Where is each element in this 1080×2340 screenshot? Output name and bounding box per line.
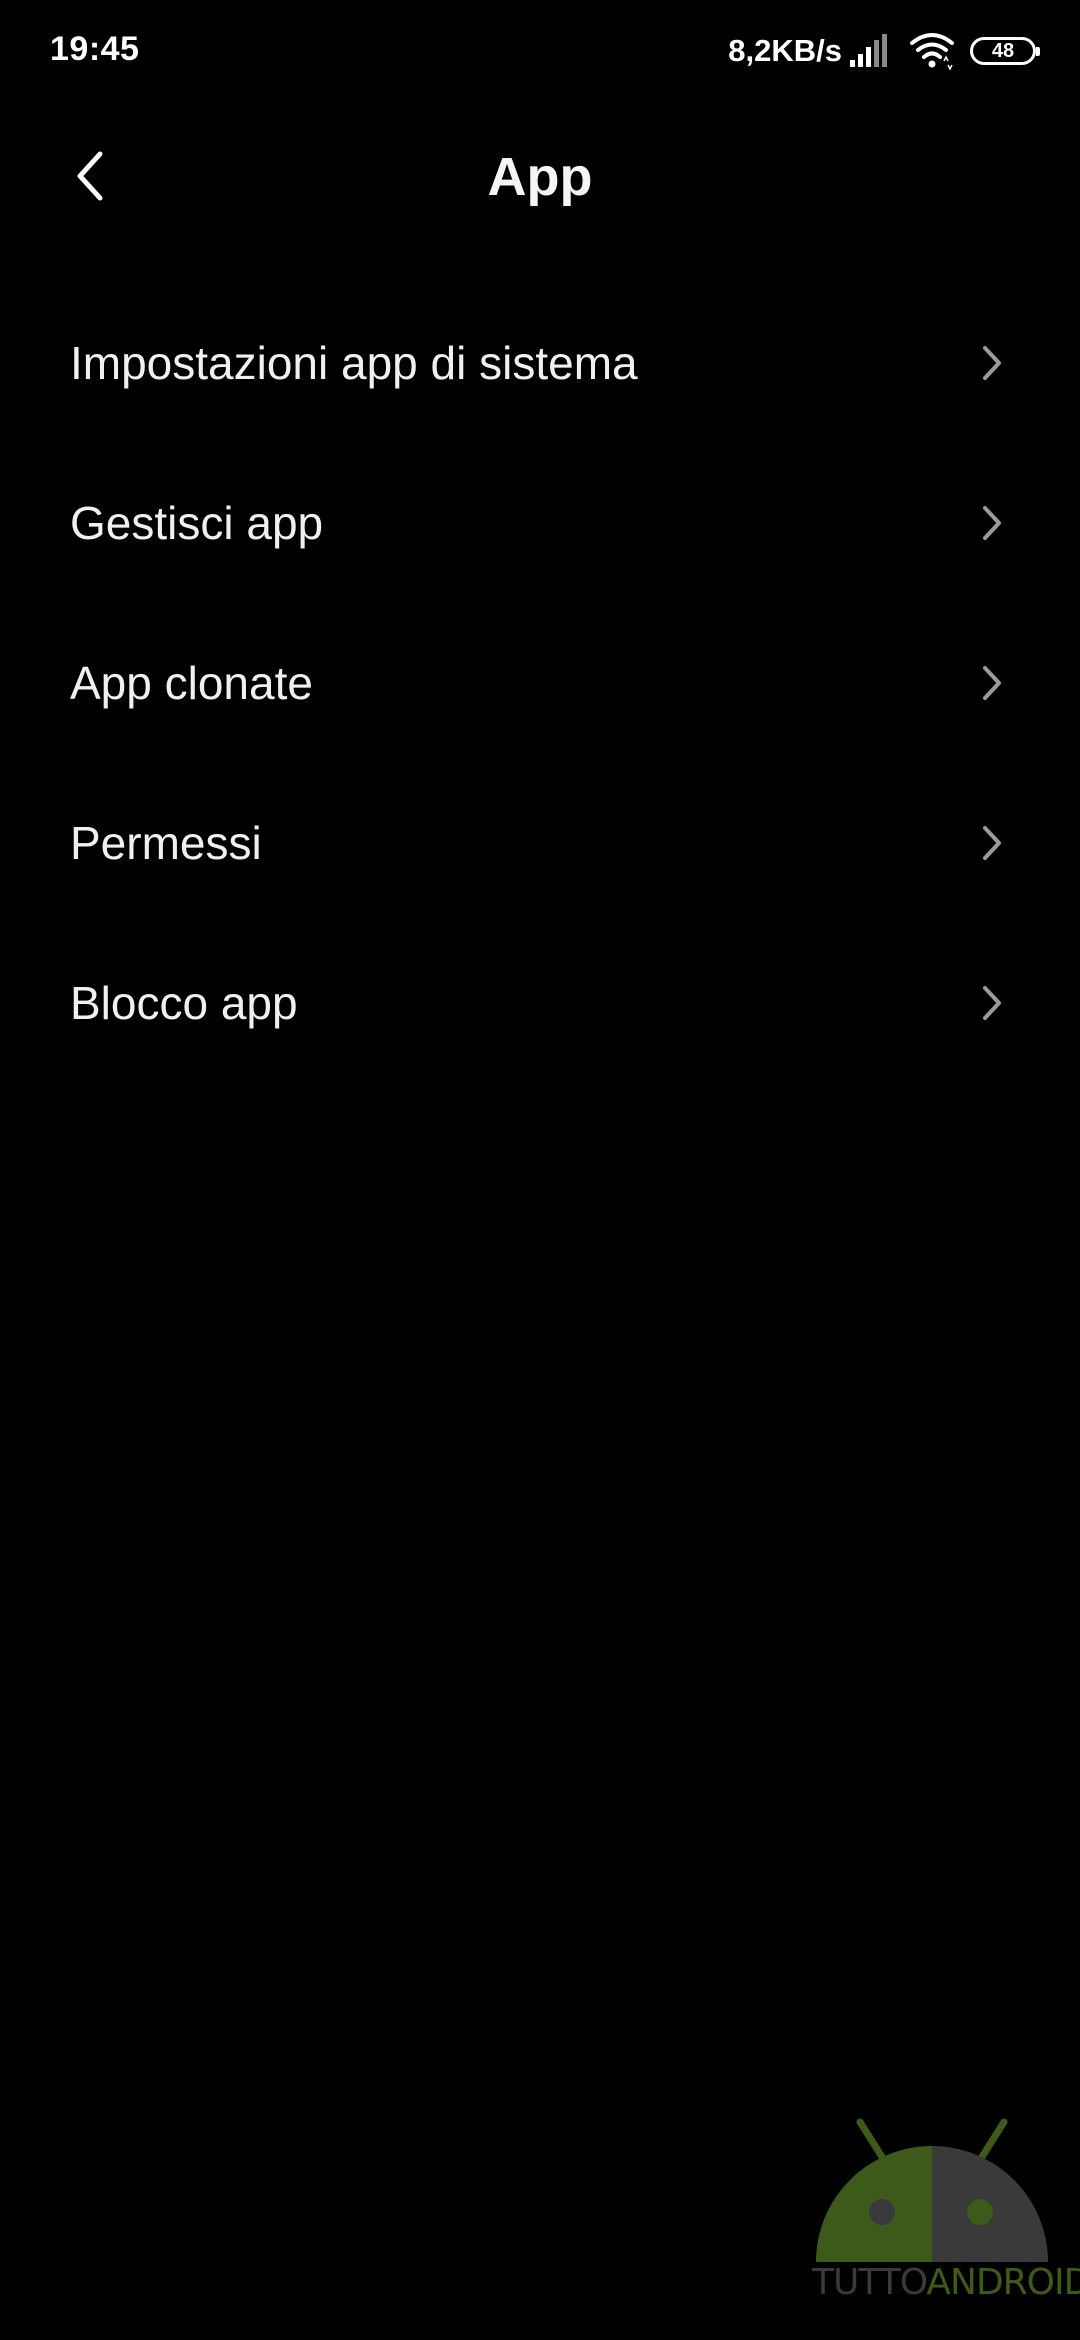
- menu-item-label: Gestisci app: [70, 497, 324, 549]
- android-logo-icon: [816, 2118, 1048, 2262]
- chevron-right-icon: [983, 826, 1001, 860]
- watermark-text-part2: ANDROID: [926, 2262, 1080, 2303]
- status-bar: 19:45 8,2KB/s 48: [0, 0, 1080, 104]
- battery-level: 48: [991, 40, 1015, 62]
- status-icons: 8,2KB/s 48: [728, 28, 1040, 74]
- signal-icon: [850, 34, 887, 67]
- watermark-text: TUTTOANDROID: [812, 2262, 1080, 2303]
- watermark-text-part1: TUTTO: [812, 2262, 927, 2303]
- network-speed: 8,2KB/s: [728, 33, 842, 68]
- wifi-icon: [910, 33, 954, 71]
- menu-item-label: Permessi: [70, 817, 262, 869]
- chevron-right-icon: [983, 986, 1001, 1020]
- battery-icon: 48: [970, 37, 1040, 65]
- menu-item-manage-apps[interactable]: Gestisci app: [0, 443, 1080, 603]
- menu-item-cloned-apps[interactable]: App clonate: [0, 603, 1080, 763]
- menu-item-permissions[interactable]: Permessi: [0, 763, 1080, 923]
- settings-menu: Impostazioni app di sistema Gestisci app…: [0, 283, 1080, 1083]
- menu-item-label: Blocco app: [70, 977, 298, 1029]
- chevron-right-icon: [983, 346, 1001, 380]
- chevron-right-icon: [983, 506, 1001, 540]
- watermark: TUTTOANDROID: [812, 2112, 1080, 2312]
- page-title: App: [487, 147, 593, 207]
- menu-item-system-app-settings[interactable]: Impostazioni app di sistema: [0, 283, 1080, 443]
- header: App: [0, 120, 1080, 232]
- chevron-right-icon: [983, 666, 1001, 700]
- menu-item-label: App clonate: [70, 657, 313, 709]
- status-time: 19:45: [50, 30, 140, 68]
- menu-item-label: Impostazioni app di sistema: [70, 337, 638, 389]
- menu-item-app-lock[interactable]: Blocco app: [0, 923, 1080, 1083]
